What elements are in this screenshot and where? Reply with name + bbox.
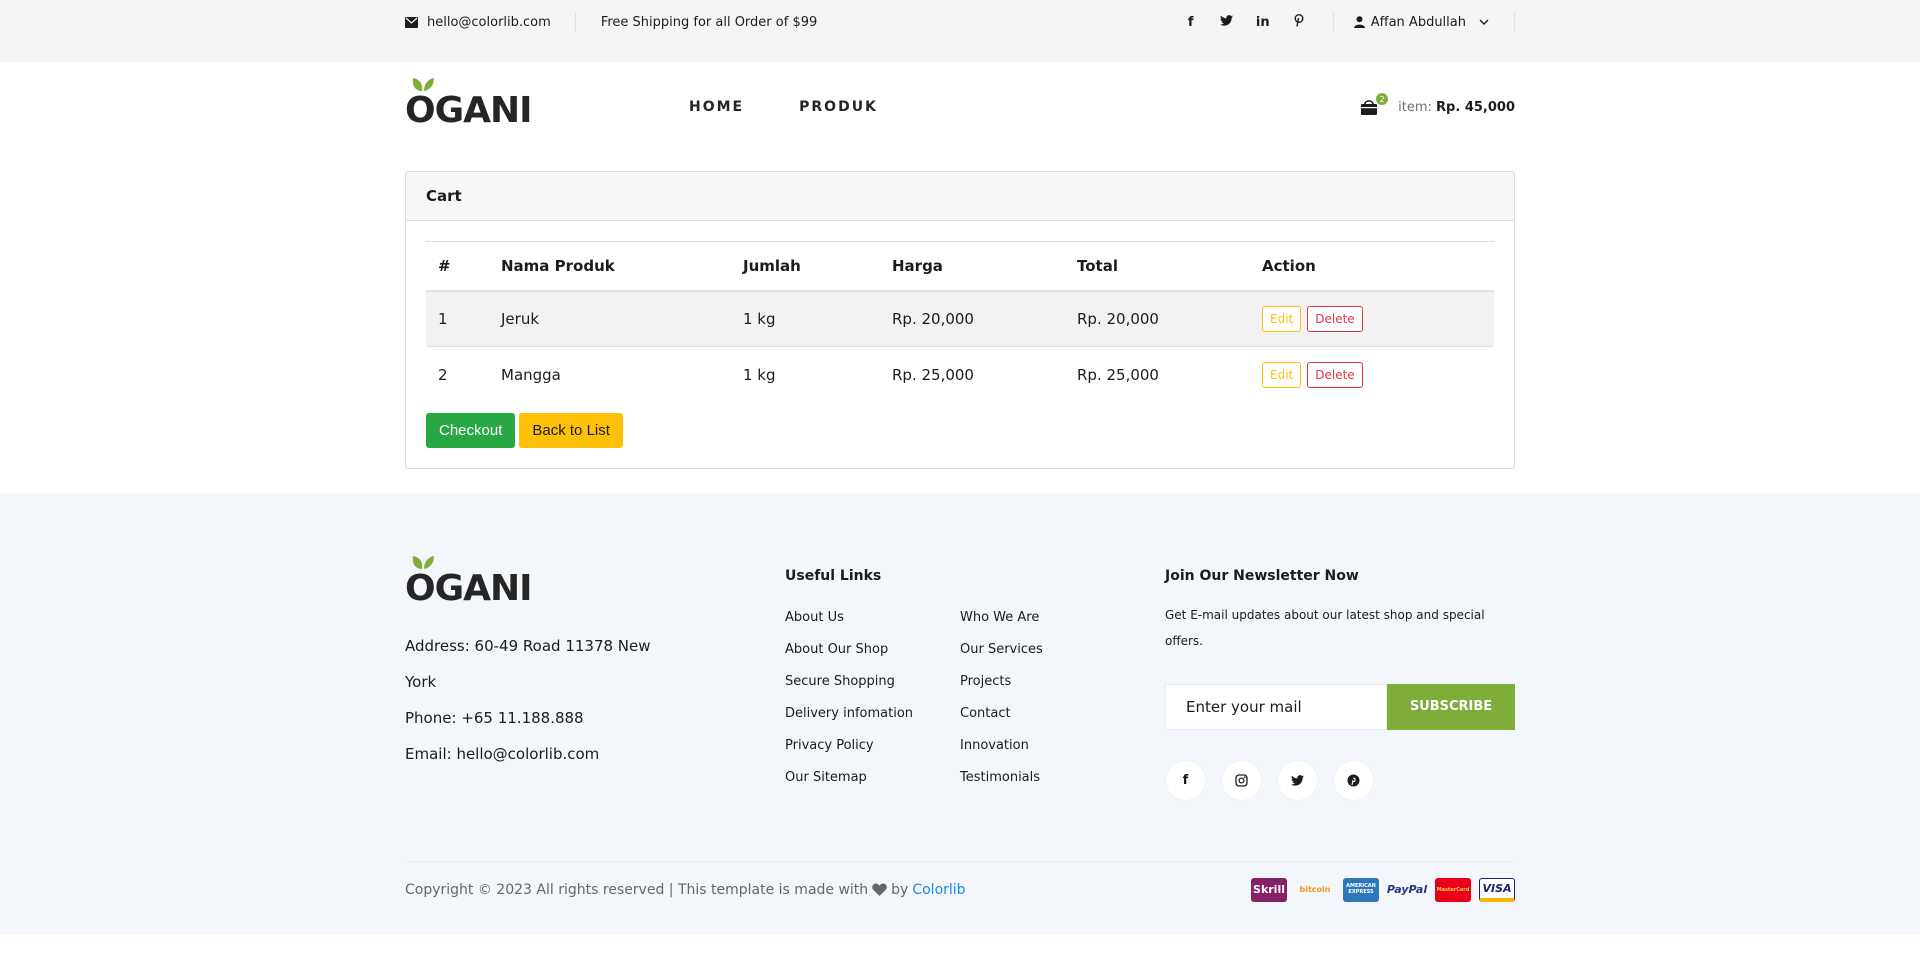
col-nama-produk: Nama Produk — [489, 241, 731, 292]
row-number: 1 — [426, 290, 489, 347]
twitter-icon[interactable] — [1209, 14, 1245, 30]
edit-button[interactable]: Edit — [1262, 305, 1302, 332]
visa-icon: VISA — [1479, 877, 1515, 902]
user-menu[interactable]: Affan Abdullah — [1334, 12, 1515, 32]
newsletter-form: SUBSCRIBE — [1165, 683, 1515, 730]
footer-logo[interactable]: OGANI — [405, 555, 785, 609]
header: OGANI HOME PRODUK 2 item: Rp. 45,000 — [0, 62, 1920, 152]
newsletter-text: Get E-mail updates about our latest shop… — [1165, 607, 1485, 648]
useful-links-title: Useful Links — [785, 567, 882, 584]
bitcoin-icon: bitcoin — [1299, 885, 1331, 894]
footer-link[interactable]: Innovation — [960, 730, 1135, 762]
pinterest-icon[interactable] — [1333, 759, 1374, 801]
nav-produk[interactable]: PRODUK — [799, 99, 878, 115]
header-email-text: hello@colorlib.com — [427, 14, 551, 30]
col-jumlah: Jumlah — [731, 241, 880, 292]
twitter-icon[interactable] — [1277, 759, 1318, 801]
footer-link[interactable]: About Our Shop — [785, 634, 960, 666]
skrill-icon: Skrill — [1251, 877, 1287, 902]
colorlib-link[interactable]: Colorlib — [912, 882, 965, 898]
shopping-bag-icon[interactable]: 2 — [1360, 93, 1389, 115]
chevron-down-icon — [1479, 19, 1489, 25]
footer-link[interactable]: Our Sitemap — [785, 762, 960, 794]
footer-phone: Phone: +65 11.188.888 — [405, 708, 584, 727]
linkedin-icon[interactable]: in — [1245, 15, 1281, 30]
col-total: Total — [1065, 241, 1250, 292]
heart-icon — [872, 883, 887, 896]
footer-link[interactable]: Contact — [960, 698, 1135, 730]
footer-link[interactable]: Privacy Policy — [785, 730, 960, 762]
facebook-icon[interactable]: f — [1165, 759, 1206, 801]
nav-home[interactable]: HOME — [689, 99, 744, 115]
logo[interactable]: OGANI — [405, 77, 689, 131]
cart-item-label: item: — [1398, 99, 1432, 115]
footer-link[interactable]: About Us — [785, 602, 960, 634]
main-content: Cart # Nama Produk Jumlah Harga Total Ac… — [0, 152, 1920, 493]
logo-text: OGANI — [405, 89, 533, 131]
footer-logo-text: OGANI — [405, 567, 533, 609]
row-price: Rp. 20,000 — [880, 290, 1065, 347]
cart-card-title: Cart — [406, 172, 1514, 221]
user-name: Affan Abdullah — [1370, 14, 1466, 30]
table-row: 2 Mangga 1 kg Rp. 25,000 Rp. 25,000 Edit… — [426, 346, 1494, 403]
cart-count-badge: 2 — [1376, 93, 1389, 105]
row-total: Rp. 20,000 — [1065, 290, 1250, 347]
payment-methods: Skrill bitcoin AMERICAN EXPRESS PayPal M… — [1251, 877, 1515, 902]
newsletter-email-input[interactable] — [1165, 683, 1387, 730]
row-price: Rp. 25,000 — [880, 346, 1065, 403]
row-product-name: Jeruk — [489, 290, 731, 347]
footer-address: Address: 60-49 Road 11378 New York — [405, 636, 651, 691]
facebook-icon[interactable]: f — [1173, 15, 1209, 30]
shipping-notice: Free Shipping for all Order of $99 — [600, 14, 818, 30]
copyright-text: Copyright © 2023 All rights reserved | T… — [405, 881, 869, 898]
mastercard-icon: MasterCard — [1435, 877, 1471, 902]
footer-email: Email: hello@colorlib.com — [405, 744, 600, 763]
cart-card: Cart # Nama Produk Jumlah Harga Total Ac… — [405, 171, 1515, 469]
cart-table: # Nama Produk Jumlah Harga Total Action … — [426, 241, 1494, 403]
table-row: 1 Jeruk 1 kg Rp. 20,000 Rp. 20,000 Edit … — [426, 290, 1494, 347]
row-product-name: Mangga — [489, 346, 731, 403]
instagram-icon[interactable] — [1221, 759, 1262, 801]
main-nav: HOME PRODUK — [689, 99, 878, 115]
top-bar: hello@colorlib.com Free Shipping for all… — [0, 0, 1920, 62]
user-icon — [1353, 16, 1365, 28]
copyright-bar: Copyright © 2023 All rights reserved | T… — [405, 860, 1515, 902]
col-harga: Harga — [880, 241, 1065, 292]
envelope-icon — [405, 16, 418, 28]
checkout-button[interactable]: Checkout — [426, 412, 516, 448]
col-action: Action — [1250, 241, 1494, 292]
back-to-list-button[interactable]: Back to List — [519, 412, 623, 448]
pinterest-icon[interactable] — [1281, 13, 1317, 31]
footer-link[interactable]: Our Services — [960, 634, 1135, 666]
delete-button[interactable]: Delete — [1307, 305, 1363, 332]
footer-link[interactable]: Delivery infomation — [785, 698, 960, 730]
col-number: # — [426, 241, 489, 292]
header-cart[interactable]: 2 item: Rp. 45,000 — [1360, 93, 1515, 115]
row-quantity: 1 kg — [731, 290, 880, 347]
leaf-icon — [412, 555, 434, 569]
row-number: 2 — [426, 346, 489, 403]
footer-link[interactable]: Who We Are — [960, 602, 1135, 634]
delete-button[interactable]: Delete — [1307, 361, 1363, 388]
subscribe-button[interactable]: SUBSCRIBE — [1387, 683, 1515, 730]
header-email[interactable]: hello@colorlib.com — [405, 12, 576, 32]
newsletter-title: Join Our Newsletter Now — [1165, 567, 1359, 584]
cart-item-total: Rp. 45,000 — [1436, 99, 1515, 115]
leaf-icon — [412, 77, 434, 91]
row-quantity: 1 kg — [731, 346, 880, 403]
row-total: Rp. 25,000 — [1065, 346, 1250, 403]
footer-link[interactable]: Projects — [960, 666, 1135, 698]
footer-link[interactable]: Secure Shopping — [785, 666, 960, 698]
edit-button[interactable]: Edit — [1262, 361, 1302, 388]
american-express-icon: AMERICAN EXPRESS — [1343, 877, 1379, 902]
copyright-by: by — [891, 881, 909, 898]
footer-link[interactable]: Testimonials — [960, 762, 1135, 794]
footer: OGANI Address: 60-49 Road 11378 New York… — [0, 492, 1920, 934]
paypal-icon: PayPal — [1386, 883, 1428, 896]
